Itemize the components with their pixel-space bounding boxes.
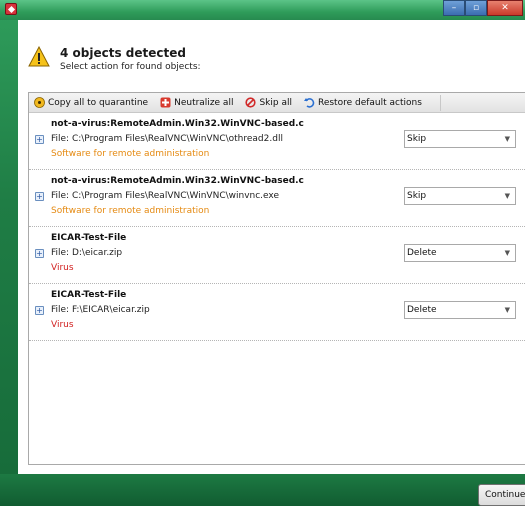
object-name: not-a-virus:RemoteAdmin.Win32.WinVNC-bas…	[51, 119, 304, 129]
action-select-value: Skip	[407, 191, 427, 201]
object-file-path: File: C:\Program Files\RealVNC\WinVNC\ot…	[51, 134, 283, 144]
biohazard-icon	[34, 97, 45, 108]
expand-icon[interactable]: +	[35, 135, 44, 144]
threat-dialog-window: – ▫ ✕ 4 objects detected Select action f…	[0, 0, 525, 506]
object-file-path: File: D:\eicar.zip	[51, 248, 123, 258]
chevron-down-icon: ▼	[504, 135, 510, 143]
action-select[interactable]: Delete ▼	[404, 301, 516, 319]
detected-object-row[interactable]: not-a-virus:RemoteAdmin.Win32.WinVNC-bas…	[29, 170, 525, 227]
copy-to-quarantine-button[interactable]: Copy all to quarantine	[34, 97, 148, 108]
chevron-down-icon: ▼	[504, 306, 510, 314]
skip-all-label: Skip all	[259, 97, 292, 108]
expand-icon[interactable]: +	[35, 249, 44, 258]
bottom-bar	[0, 474, 525, 506]
copy-to-quarantine-label: Copy all to quarantine	[48, 97, 149, 108]
action-select[interactable]: Delete ▼	[404, 244, 516, 262]
restore-defaults-button[interactable]: Restore default actions	[303, 97, 422, 108]
object-type: Virus	[51, 263, 74, 273]
object-name: EICAR-Test-File	[51, 290, 127, 300]
neutralize-all-button[interactable]: Neutralize all	[160, 97, 233, 108]
undo-arrow-icon	[303, 98, 315, 108]
page-subtitle: Select action for found objects:	[60, 62, 201, 72]
window-controls: – ▫ ✕	[443, 0, 523, 16]
action-select-value: Delete	[407, 305, 437, 315]
object-file-path: File: C:\Program Files\RealVNC\WinVNC\wi…	[51, 191, 280, 201]
action-select-value: Skip	[407, 134, 427, 144]
detected-object-row[interactable]: not-a-virus:RemoteAdmin.Win32.WinVNC-bas…	[29, 113, 525, 170]
kaspersky-app-icon	[5, 3, 17, 15]
toolbar-divider	[439, 94, 441, 111]
content-panel: 4 objects detected Select action for fou…	[18, 20, 525, 474]
object-name: EICAR-Test-File	[51, 233, 127, 243]
warning-icon	[28, 46, 50, 67]
object-name: not-a-virus:RemoteAdmin.Win32.WinVNC-bas…	[51, 176, 304, 186]
action-select[interactable]: Skip ▼	[404, 187, 516, 205]
chevron-down-icon: ▼	[504, 249, 510, 257]
title-bar[interactable]: – ▫ ✕	[0, 0, 525, 20]
expand-icon[interactable]: +	[35, 306, 44, 315]
skip-icon	[245, 97, 257, 108]
restore-defaults-label: Restore default actions	[317, 97, 422, 108]
object-type: Virus	[51, 320, 74, 330]
actions-toolbar: Copy all to quarantine Neutralize all Sk…	[29, 93, 525, 113]
detected-object-row[interactable]: EICAR-Test-File + File: D:\eicar.zip Vir…	[29, 227, 525, 284]
object-type: Software for remote administration	[51, 206, 210, 216]
neutralize-icon	[160, 97, 171, 108]
close-button[interactable]: ✕	[487, 0, 523, 16]
action-select[interactable]: Skip ▼	[404, 130, 516, 148]
maximize-button[interactable]: ▫	[465, 0, 487, 16]
detected-objects-list: Copy all to quarantine Neutralize all Sk…	[28, 92, 525, 465]
minimize-button[interactable]: –	[443, 0, 465, 16]
action-select-value: Delete	[407, 248, 437, 258]
object-file-path: File: F:\EICAR\eicar.zip	[51, 305, 150, 315]
neutralize-all-label: Neutralize all	[174, 97, 234, 108]
detected-object-row[interactable]: EICAR-Test-File + File: F:\EICAR\eicar.z…	[29, 284, 525, 341]
object-type: Software for remote administration	[51, 149, 210, 159]
continue-button[interactable]: Continue	[478, 484, 525, 506]
skip-all-button[interactable]: Skip all	[245, 97, 292, 108]
expand-icon[interactable]: +	[35, 192, 44, 201]
page-title: 4 objects detected	[60, 46, 186, 60]
chevron-down-icon: ▼	[504, 192, 510, 200]
